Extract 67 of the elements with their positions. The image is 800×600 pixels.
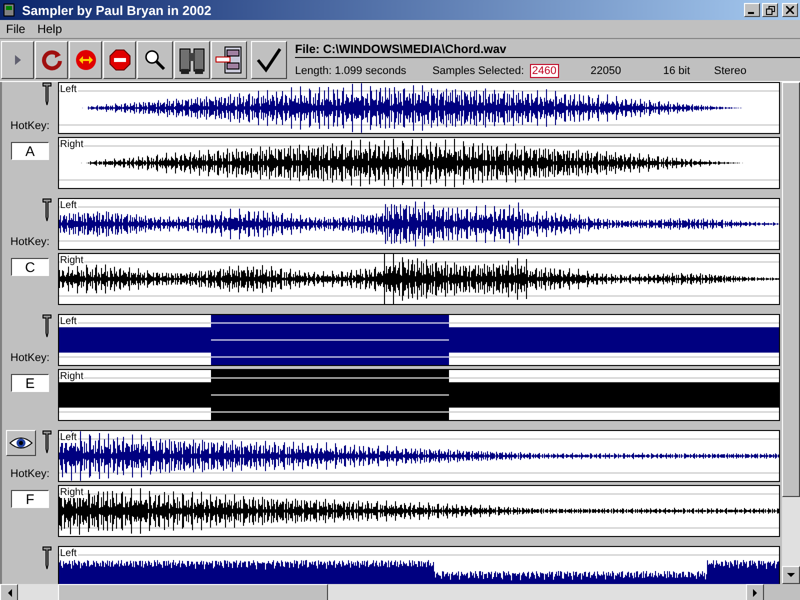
channel-label: Right [60, 487, 84, 498]
waveform-panel[interactable]: Right [58, 253, 780, 305]
loop-button[interactable] [35, 41, 68, 79]
hotkey-field[interactable]: E [11, 374, 49, 392]
play-icon [14, 54, 22, 66]
eye-button[interactable] [6, 430, 36, 456]
hotkey-label: HotKey: [10, 468, 50, 480]
swap-button[interactable] [69, 41, 102, 79]
stop-sign-icon [108, 49, 130, 71]
restore-icon [766, 6, 774, 14]
vertical-scrollbar[interactable] [782, 82, 800, 584]
checkmark-button[interactable] [251, 41, 287, 79]
close-button[interactable] [782, 3, 798, 17]
close-icon [786, 6, 794, 14]
length-text: Length: 1.099 seconds [295, 65, 406, 77]
file-cabinet-icon [215, 45, 243, 75]
waveform-panel[interactable]: Left [58, 430, 780, 482]
pin-icon[interactable] [42, 198, 52, 222]
window-title: Sampler by Paul Bryan in 2002 [22, 2, 212, 18]
hotkey-field[interactable]: C [11, 258, 49, 276]
restore-button[interactable] [762, 3, 778, 17]
waveform-panel[interactable]: Right [58, 485, 780, 537]
channel-label: Right [60, 371, 84, 382]
channel-label: Left [60, 432, 78, 443]
minimize-button[interactable] [744, 3, 760, 17]
search-button[interactable] [137, 41, 173, 79]
channel-label: Right [60, 139, 84, 150]
samples-selected-label: Samples Selected: [432, 65, 524, 77]
stop-button[interactable] [103, 41, 136, 79]
menu-item[interactable]: Help [33, 22, 66, 36]
pin-icon[interactable] [42, 546, 52, 570]
binoculars-button[interactable] [174, 41, 210, 79]
pin-icon[interactable] [42, 314, 52, 338]
hotkey-field[interactable]: F [11, 490, 49, 508]
search-icon [144, 49, 166, 71]
pin-icon[interactable] [42, 430, 52, 454]
channel-mode: Stereo [714, 65, 746, 77]
channel-label: Left [60, 316, 78, 327]
checkmark-icon [256, 47, 282, 73]
waveform-panel[interactable]: Left [58, 82, 780, 134]
hotkey-label: HotKey: [10, 236, 50, 248]
menu-item[interactable]: File [2, 22, 30, 36]
waveform-panel[interactable]: Left [58, 314, 780, 366]
hotkey-label: HotKey: [10, 352, 50, 364]
file-cabinet-button[interactable] [211, 41, 247, 79]
sample-rate: 22050 [590, 65, 622, 77]
file-path: File: C:\WINDOWS\MEDIA\Chord.wav [295, 42, 800, 58]
waveform-panel[interactable]: Left [58, 198, 780, 250]
bit-depth: 16 bit [663, 65, 690, 77]
waveform-panel[interactable]: Right [58, 137, 780, 189]
samples-selected-value: 2460 [530, 64, 559, 78]
left-arrow-icon [6, 589, 12, 597]
eye-icon [9, 435, 33, 451]
channel-label: Right [60, 255, 84, 266]
hotkey-field[interactable]: A [11, 142, 49, 160]
waveform-panel[interactable]: Right [58, 369, 780, 421]
channel-label: Left [60, 548, 78, 559]
channel-label: Left [60, 84, 78, 95]
right-arrow-icon [752, 589, 758, 597]
down-arrow-icon [787, 572, 795, 578]
horizontal-scrollbar[interactable] [0, 584, 800, 600]
pin-icon[interactable] [42, 82, 52, 106]
channel-label: Left [60, 200, 78, 211]
play-button[interactable] [1, 41, 34, 79]
waveform-panel[interactable]: Left [58, 546, 780, 584]
hotkey-label: HotKey: [10, 120, 50, 132]
circular-arrow-icon [40, 49, 62, 71]
